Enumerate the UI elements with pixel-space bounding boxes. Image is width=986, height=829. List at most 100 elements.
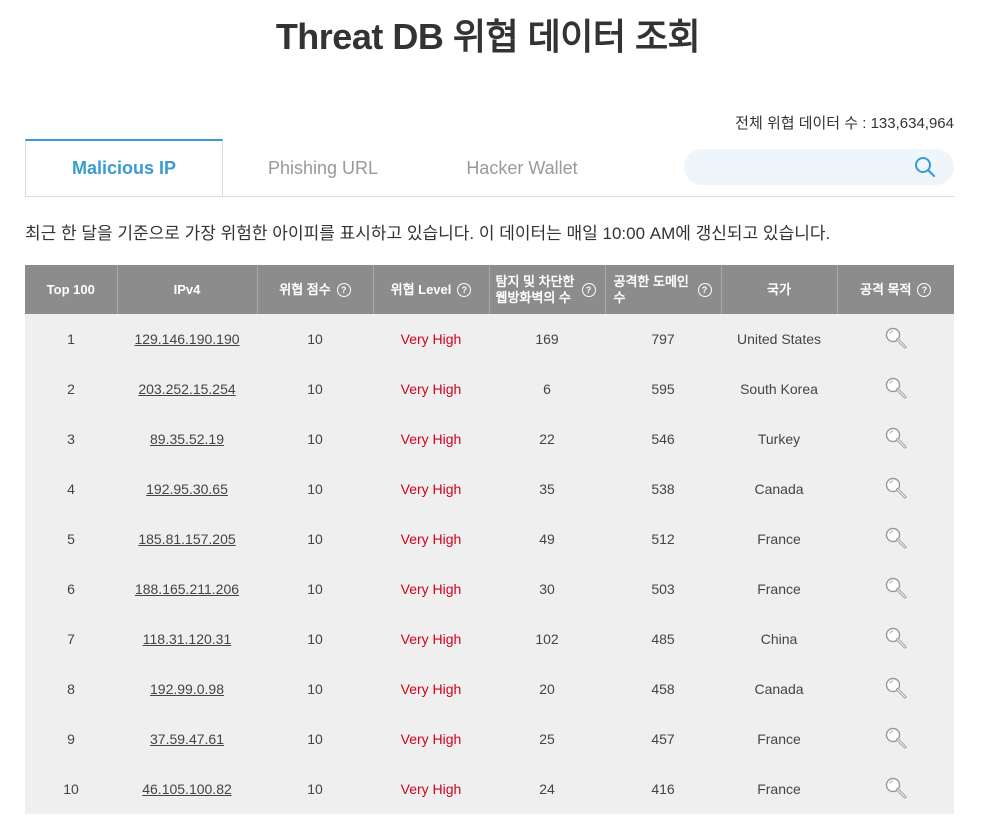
rank-cell: 10 [25, 764, 117, 814]
score-cell: 10 [257, 614, 373, 664]
malicious-ip-table: Top 100 IPv4 위협 점수? 위협 Level? 탐지 및 차단한 웹… [25, 265, 954, 814]
magnifier-icon[interactable] [884, 426, 908, 453]
purpose-cell [837, 614, 954, 664]
header-rank-label: Top 100 [46, 281, 95, 297]
search-box [684, 149, 954, 187]
ip-link[interactable]: 188.165.211.206 [117, 564, 257, 614]
level-cell: Very High [373, 364, 489, 414]
tab-hacker-wallet[interactable]: Hacker Wallet [423, 139, 621, 195]
domain-count-cell: 458 [605, 664, 721, 714]
magnifier-icon[interactable] [884, 526, 908, 553]
purpose-cell [837, 414, 954, 464]
ip-link[interactable]: 129.146.190.190 [117, 314, 257, 364]
tab-malicious-ip[interactable]: Malicious IP [25, 139, 223, 196]
level-cell: Very High [373, 514, 489, 564]
score-cell: 10 [257, 514, 373, 564]
level-cell: Very High [373, 414, 489, 464]
tab-phishing-url[interactable]: Phishing URL [224, 139, 422, 195]
waf-count-cell: 20 [489, 664, 605, 714]
country-cell: France [721, 764, 837, 814]
table-row: 4 192.95.30.65 10 Very High 35 538 Canada [25, 464, 954, 514]
waf-count-cell: 30 [489, 564, 605, 614]
magnifier-icon[interactable] [884, 676, 908, 703]
score-cell: 10 [257, 564, 373, 614]
waf-count-cell: 169 [489, 314, 605, 364]
question-circle-icon[interactable]: ? [581, 282, 596, 297]
domain-count-cell: 485 [605, 614, 721, 664]
table-row: 6 188.165.211.206 10 Very High 30 503 France [25, 564, 954, 614]
header-score-label: 위협 점수 [279, 281, 331, 297]
header-rank: Top 100 [25, 265, 118, 314]
score-cell: 10 [257, 314, 373, 364]
question-circle-icon[interactable]: ? [697, 282, 712, 297]
ip-link[interactable]: 185.81.157.205 [117, 514, 257, 564]
ip-link[interactable]: 203.252.15.254 [117, 364, 257, 414]
magnifier-icon[interactable] [884, 726, 908, 753]
magnifier-icon[interactable] [884, 626, 908, 653]
domain-count-cell: 538 [605, 464, 721, 514]
waf-count-cell: 6 [489, 364, 605, 414]
search-icon[interactable] [914, 156, 936, 178]
search-input[interactable] [698, 149, 902, 187]
header-purpose-label: 공격 목적 [860, 281, 912, 297]
ip-link[interactable]: 37.59.47.61 [117, 714, 257, 764]
header-country: 국가 [721, 265, 838, 314]
rank-cell: 8 [25, 664, 117, 714]
magnifier-icon[interactable] [884, 776, 908, 803]
question-circle-icon[interactable]: ? [336, 283, 351, 298]
rank-cell: 3 [25, 414, 117, 464]
magnifier-icon[interactable] [884, 576, 908, 603]
score-cell: 10 [257, 364, 373, 414]
score-cell: 10 [257, 414, 373, 464]
purpose-cell [837, 714, 954, 764]
header-ipv4-label: IPv4 [173, 281, 201, 297]
table-row: 8 192.99.0.98 10 Very High 20 458 Canada [25, 664, 954, 714]
header-domains: 공격한 도메인 수? [605, 265, 722, 314]
purpose-cell [837, 514, 954, 564]
header-ipv4: IPv4 [117, 265, 258, 314]
tab-bar: Malicious IP Phishing URL Hacker Wallet [25, 139, 954, 197]
country-cell: France [721, 564, 837, 614]
header-waf: 탐지 및 차단한 웹방화벽의 수? [489, 265, 606, 314]
country-cell: France [721, 714, 837, 764]
purpose-cell [837, 314, 954, 364]
country-cell: China [721, 614, 837, 664]
ip-link[interactable]: 46.105.100.82 [117, 764, 257, 814]
table-header-row: Top 100 IPv4 위협 점수? 위협 Level? 탐지 및 차단한 웹… [25, 265, 954, 314]
header-level-label: 위협 Level [390, 281, 452, 297]
magnifier-icon[interactable] [884, 376, 908, 403]
ip-link[interactable]: 192.99.0.98 [117, 664, 257, 714]
country-cell: Canada [721, 664, 837, 714]
rank-cell: 1 [25, 314, 117, 364]
country-cell: France [721, 514, 837, 564]
question-circle-icon[interactable]: ? [917, 283, 932, 298]
ip-link[interactable]: 89.35.52.19 [117, 414, 257, 464]
domain-count-cell: 797 [605, 314, 721, 364]
table-row: 1 129.146.190.190 10 Very High 169 797 United … [25, 314, 954, 364]
purpose-cell [837, 564, 954, 614]
country-cell: Turkey [721, 414, 837, 464]
level-cell: Very High [373, 614, 489, 664]
magnifier-icon[interactable] [884, 476, 908, 503]
page-title: Threat DB 위협 데이터 조회 [275, 16, 701, 57]
table-row: 10 46.105.100.82 10 Very High 24 416 France [25, 764, 954, 814]
purpose-cell [837, 664, 954, 714]
header-waf-label: 탐지 및 차단한 웹방화벽의 수 [495, 273, 575, 305]
level-cell: Very High [373, 464, 489, 514]
table-row: 5 185.81.157.205 10 Very High 49 512 France [25, 514, 954, 564]
domain-count-cell: 503 [605, 564, 721, 614]
purpose-cell [837, 464, 954, 514]
score-cell: 10 [257, 714, 373, 764]
table-row: 2 203.252.15.254 10 Very High 6 595 South Kore… [25, 364, 954, 414]
purpose-cell [837, 364, 954, 414]
level-cell: Very High [373, 764, 489, 814]
country-cell: South Korea [721, 364, 837, 414]
country-cell: Canada [721, 464, 837, 514]
question-circle-icon[interactable]: ? [457, 283, 472, 298]
ip-link[interactable]: 118.31.120.31 [117, 614, 257, 664]
magnifier-icon[interactable] [884, 326, 908, 353]
waf-count-cell: 24 [489, 764, 605, 814]
total-threat-count: 전체 위협 데이터 수 : 133,634,964 [735, 115, 954, 132]
table-row: 3 89.35.52.19 10 Very High 22 546 Turkey [25, 414, 954, 464]
ip-link[interactable]: 192.95.30.65 [117, 464, 257, 514]
